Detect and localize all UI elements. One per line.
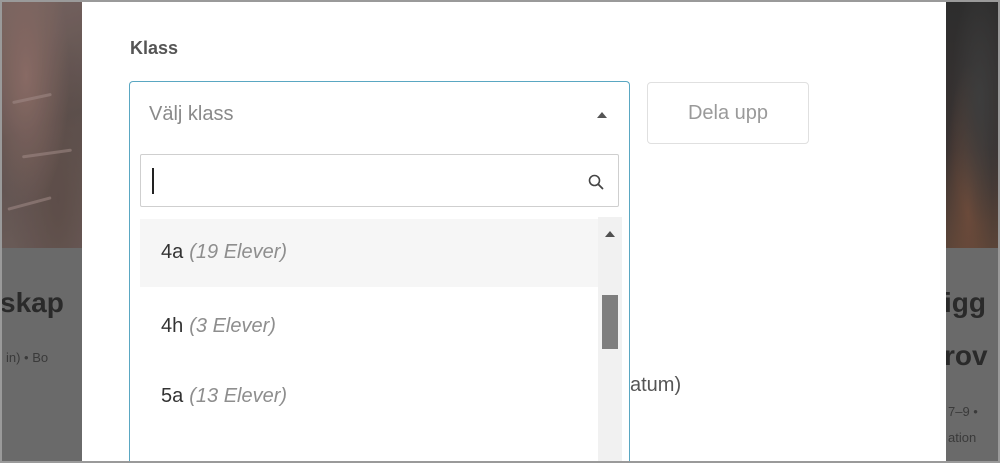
class-dropdown: 4a (19 Elever) 4h (3 Elever) 5a (13 Elever) (129, 142, 630, 461)
background-card-title-right-line2: rov (946, 340, 988, 371)
class-select-placeholder: Välj klass (149, 103, 234, 125)
scrollbar-thumb[interactable] (602, 295, 618, 349)
option-label: 4h (3 Elever) (161, 315, 276, 337)
class-search-box[interactable] (140, 154, 619, 207)
class-option-5a[interactable]: 5a (13 Elever) (140, 363, 600, 431)
class-select[interactable]: Välj klass (129, 81, 630, 143)
background-card-subtitle-left: in) • Bo (6, 350, 49, 365)
class-field-label: Klass (130, 38, 179, 58)
background-card-left: skap in) • Bo (2, 2, 82, 461)
search-icon (588, 174, 604, 190)
caret-up-icon (597, 112, 607, 118)
class-search-input[interactable] (157, 167, 577, 195)
scroll-up-arrow-icon[interactable] (605, 231, 615, 237)
class-options-list: 4a (19 Elever) 4h (3 Elever) 5a (13 Elever) (140, 217, 600, 461)
background-photo-left (2, 2, 82, 248)
background-card-subtitle-right-line2: ation (948, 430, 977, 445)
background-photo-right (946, 2, 998, 248)
split-button[interactable]: Dela upp (647, 82, 809, 144)
background-card-title-left: skap (2, 287, 64, 318)
obscured-date-text: atum) (630, 374, 682, 396)
class-option-4a[interactable]: 4a (19 Elever) (140, 219, 600, 287)
option-label: 4a (19 Elever) (161, 241, 288, 263)
background-card-subtitle-right-line1: 7–9 • (948, 404, 978, 419)
class-option-4h[interactable]: 4h (3 Elever) (140, 293, 600, 361)
text-cursor (152, 168, 154, 194)
screenshot-frame: skap in) • Bo igg rov 7–9 • ation Klass … (0, 0, 1000, 463)
option-student-count: (19 Elever) (189, 241, 288, 263)
option-label: 5a (13 Elever) (161, 385, 288, 407)
background-card-title-right-line1: igg (946, 287, 986, 318)
split-class-modal: Klass Välj klass 4a (19 Elever) 4h (3 Elev… (82, 2, 946, 461)
option-student-count: (13 Elever) (189, 385, 288, 407)
option-student-count: (3 Elever) (189, 315, 276, 337)
background-card-right: igg rov 7–9 • ation (946, 2, 998, 461)
options-scrollbar[interactable] (598, 217, 622, 461)
